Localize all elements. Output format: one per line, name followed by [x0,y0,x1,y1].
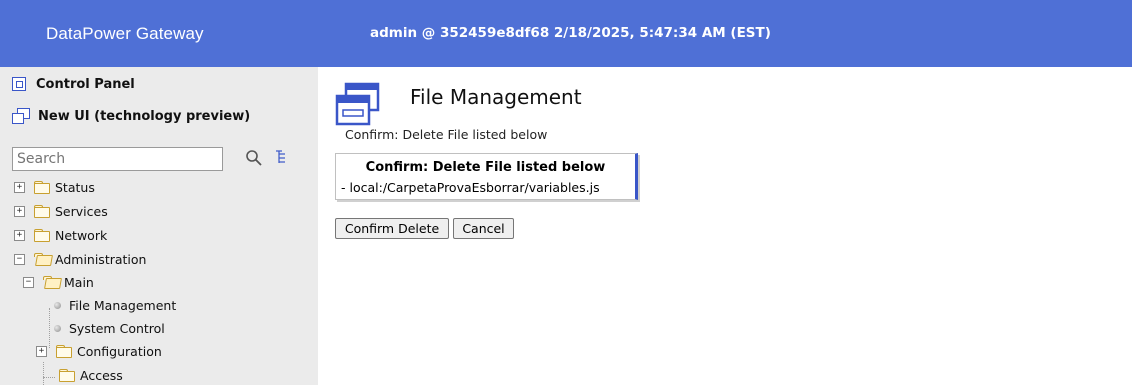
open-folder-icon [34,253,53,266]
page-title: File Management [410,85,582,109]
tree-connector [43,377,55,378]
tree-item-label: Status [55,179,95,195]
tree-item-label: Access [80,367,123,383]
navigation-search-input[interactable] [12,147,223,171]
bullet-icon [54,301,61,309]
expand-icon[interactable]: + [14,181,25,193]
tree-item-configuration[interactable]: + Configuration [36,341,162,361]
folder-icon [34,181,50,194]
folder-icon [34,205,50,218]
confirm-delete-button[interactable]: Confirm Delete [335,218,449,239]
new-ui-label: New UI (technology preview) [38,108,251,124]
cancel-button[interactable]: Cancel [453,218,514,239]
tree-item-services[interactable]: + Services [14,201,108,221]
tree-view-icon[interactable] [276,149,290,165]
control-panel-label: Control Panel [36,76,135,92]
file-path: - local:/CarpetaProvaEsborrar/variables.… [341,180,600,195]
tree-item-label: System Control [69,320,165,336]
tree-item-access[interactable]: Access [59,365,123,385]
folder-icon [59,369,75,382]
search-icon[interactable] [245,149,263,167]
tree-item-label: Network [55,227,108,243]
control-panel-link[interactable]: Control Panel [12,74,135,94]
new-ui-link[interactable]: New UI (technology preview) [12,106,250,126]
tree-connector [43,362,44,385]
folder-icon [56,345,72,358]
file-management-icon [335,82,380,126]
open-folder-icon [43,276,62,289]
control-panel-icon [12,77,26,91]
tree-item-main[interactable]: − Main [23,272,94,292]
tree-item-label: File Management [69,297,177,313]
collapse-icon[interactable]: − [14,253,25,265]
top-banner: DataPower Gateway admin @ 352459e8df68 2… [0,0,1132,67]
bullet-icon [54,324,61,332]
session-info: admin @ 352459e8df68 2/18/2025, 5:47:34 … [370,25,771,41]
tree-item-file-management[interactable]: File Management [54,295,176,315]
page-subtitle: Confirm: Delete File listed below [345,127,548,142]
collapse-icon[interactable]: − [23,276,34,288]
expand-icon[interactable]: + [14,229,25,241]
navigation-sidebar: Control Panel New UI (technology preview… [0,67,318,385]
tree-item-administration[interactable]: − Administration [14,249,146,269]
tree-item-network[interactable]: + Network [14,225,107,245]
tree-item-label: Main [64,274,94,290]
new-window-icon [12,108,30,124]
confirm-panel: Confirm: Delete File listed below - loca… [335,153,638,200]
tree-item-label: Services [55,203,108,219]
confirm-heading: Confirm: Delete File listed below [365,160,606,175]
folder-icon [34,229,50,242]
product-name: DataPower Gateway [46,24,204,43]
tree-item-label: Configuration [77,343,162,359]
tree-item-system-control[interactable]: System Control [54,318,165,338]
tree-item-label: Administration [55,251,147,267]
tree-item-status[interactable]: + Status [14,177,95,197]
expand-icon[interactable]: + [14,205,25,217]
expand-icon[interactable]: + [36,345,47,357]
